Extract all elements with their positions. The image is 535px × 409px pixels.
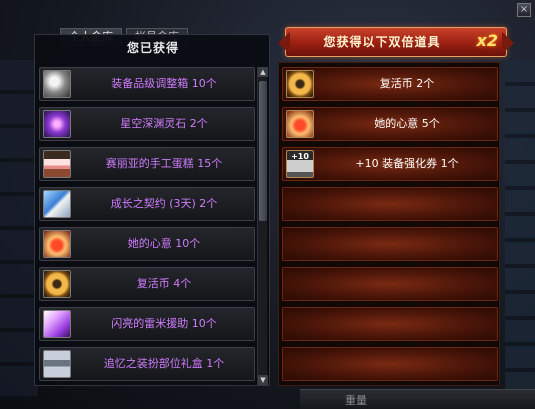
item-label: 闪亮的雷米援助 10个: [111, 317, 217, 330]
double-item-slot[interactable]: 她的心意 5个: [282, 107, 498, 141]
item-label: 追忆之装扮部位礼盒 1个: [103, 357, 225, 370]
item-label: 赛丽亚的手工蛋糕 15个: [105, 157, 223, 170]
item-label: 装备品级调整箱 10个: [111, 77, 217, 90]
item-label: +10 装备强化券 1个: [355, 157, 459, 170]
heart-icon: [43, 230, 71, 258]
list-item[interactable]: 星空深渊灵石 2个: [39, 107, 255, 141]
list-item[interactable]: 复活币 4个: [39, 267, 255, 301]
obtained-title: 您已获得: [126, 41, 179, 55]
empty-slot: [282, 307, 498, 341]
double-item-slot[interactable]: +10 +10 装备强化券 1个: [282, 147, 498, 181]
list-item[interactable]: 赛丽亚的手工蛋糕 15个: [39, 147, 255, 181]
scroll-down-icon[interactable]: ▼: [258, 375, 268, 385]
background-left-inventory: [0, 60, 38, 400]
list-item[interactable]: 追忆之装扮部位礼盒 1个: [39, 347, 255, 381]
scroll-up-icon[interactable]: ▲: [258, 67, 268, 77]
weight-label: 重量: [345, 394, 367, 407]
list-item[interactable]: 成长之契约 (3天) 2个: [39, 187, 255, 221]
item-label: 复活币 2个: [379, 77, 435, 90]
list-scrollbar[interactable]: ▲ ▼: [257, 67, 268, 385]
banner-title: 您获得以下双倍道具: [323, 35, 441, 49]
item-label: 她的心意 5个: [374, 117, 440, 130]
double-item-slot[interactable]: 复活币 2个: [282, 67, 498, 101]
item-label: 她的心意 10个: [127, 237, 201, 250]
cake-icon: [43, 150, 71, 178]
background-right-inventory: [505, 60, 535, 400]
list-item[interactable]: 她的心意 10个: [39, 227, 255, 261]
empty-slot: [282, 267, 498, 301]
item-label: 星空深渊灵石 2个: [120, 117, 208, 130]
revive-coin-icon: [43, 270, 71, 298]
list-item[interactable]: 装备品级调整箱 10个: [39, 67, 255, 101]
double-items-banner: 您获得以下双倍道具 x2: [278, 27, 514, 57]
item-label: 成长之契约 (3天) 2个: [110, 197, 218, 210]
item-label: 复活币 4个: [136, 277, 192, 290]
background-weight-bar: 重量: [300, 389, 535, 409]
chest-icon: [43, 350, 71, 378]
revive-coin-icon: [286, 70, 314, 98]
ticket-badge: +10: [291, 152, 309, 161]
enhance-ticket-icon: +10: [286, 150, 314, 178]
scroll-thumb[interactable]: [259, 81, 267, 221]
list-item[interactable]: 闪亮的雷米援助 10个: [39, 307, 255, 341]
contract-icon: [43, 190, 71, 218]
empty-slot: [282, 227, 498, 261]
empty-slot: [282, 187, 498, 221]
close-icon[interactable]: ×: [517, 3, 531, 17]
thunder-icon: [43, 310, 71, 338]
obtained-items-panel: 您已获得 装备品级调整箱 10个 星空深渊灵石 2个 赛丽亚的手工蛋糕 15个 …: [34, 34, 270, 386]
empty-slot: [282, 347, 498, 381]
multiplier-badge: x2: [476, 31, 498, 50]
heart-icon: [286, 110, 314, 138]
starry-stone-icon: [43, 110, 71, 138]
adjust-box-icon: [43, 70, 71, 98]
